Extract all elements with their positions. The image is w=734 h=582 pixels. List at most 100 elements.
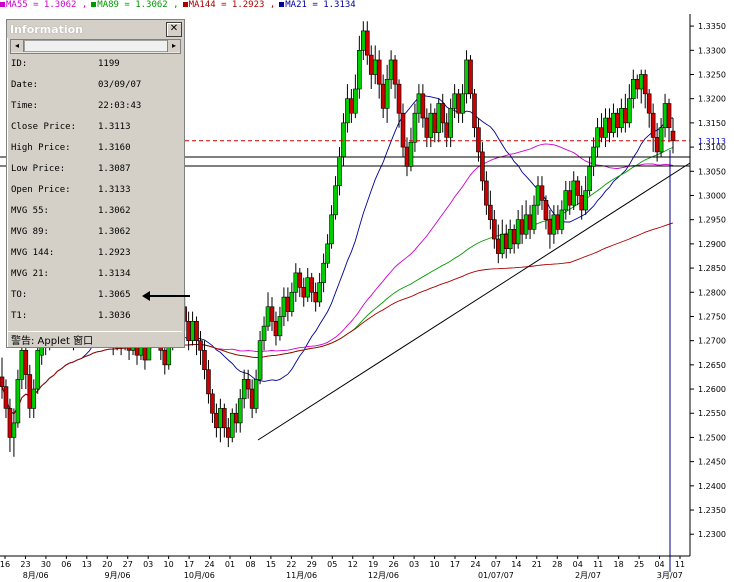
candle[interactable]: [591, 137, 596, 177]
candle[interactable]: [539, 176, 545, 210]
candle[interactable]: [575, 176, 581, 206]
candle[interactable]: [0, 357, 5, 399]
candle[interactable]: [388, 50, 394, 90]
candle[interactable]: [615, 108, 620, 138]
close-icon[interactable]: ✕: [166, 21, 182, 37]
candle[interactable]: [484, 171, 489, 215]
candle[interactable]: [392, 55, 398, 99]
candle[interactable]: [464, 50, 469, 104]
candle[interactable]: [325, 234, 330, 269]
candle[interactable]: [210, 389, 215, 423]
candle[interactable]: [361, 21, 366, 60]
candle[interactable]: [488, 190, 493, 230]
candle[interactable]: [492, 209, 497, 249]
candle[interactable]: [452, 84, 457, 119]
candle[interactable]: [523, 200, 529, 240]
candle[interactable]: [650, 103, 656, 152]
candle[interactable]: [408, 127, 414, 172]
candle[interactable]: [285, 287, 291, 322]
candle[interactable]: [27, 364, 33, 419]
candle[interactable]: [507, 219, 513, 254]
candle[interactable]: [301, 277, 307, 307]
candle[interactable]: [214, 403, 219, 438]
candle[interactable]: [329, 205, 334, 249]
candle[interactable]: [658, 118, 664, 157]
candle[interactable]: [237, 389, 243, 433]
candle[interactable]: [547, 209, 553, 249]
candle[interactable]: [543, 195, 549, 230]
candle[interactable]: [599, 113, 604, 143]
candle[interactable]: [281, 287, 287, 327]
candle[interactable]: [444, 113, 449, 148]
candle[interactable]: [460, 84, 465, 123]
candle[interactable]: [194, 316, 199, 356]
scroll-thumb[interactable]: [24, 40, 174, 52]
candle[interactable]: [317, 272, 322, 307]
candle[interactable]: [432, 108, 438, 143]
candle[interactable]: [249, 379, 255, 419]
candle[interactable]: [289, 282, 295, 317]
candle[interactable]: [233, 403, 239, 433]
candle[interactable]: [353, 74, 358, 119]
candle[interactable]: [448, 98, 453, 148]
candle[interactable]: [563, 180, 569, 220]
candle[interactable]: [420, 84, 426, 128]
candle[interactable]: [31, 379, 37, 419]
candle[interactable]: [261, 316, 267, 351]
info-horizontal-scrollbar[interactable]: ◂ ▸: [10, 39, 181, 54]
scroll-left-icon[interactable]: ◂: [11, 40, 24, 52]
candle[interactable]: [519, 205, 525, 244]
candle[interactable]: [380, 74, 386, 119]
candle[interactable]: [634, 74, 640, 99]
candle[interactable]: [527, 205, 533, 240]
candle[interactable]: [313, 282, 318, 312]
candle[interactable]: [206, 360, 211, 404]
candle[interactable]: [666, 98, 672, 143]
candle[interactable]: [551, 205, 557, 244]
candle[interactable]: [623, 93, 628, 133]
candle[interactable]: [595, 118, 600, 157]
candle[interactable]: [511, 224, 517, 254]
candle[interactable]: [619, 98, 624, 133]
candle[interactable]: [376, 50, 382, 99]
candle[interactable]: [559, 200, 565, 235]
candle[interactable]: [642, 69, 648, 109]
candle[interactable]: [436, 98, 442, 143]
candle[interactable]: [368, 45, 374, 90]
candle[interactable]: [515, 209, 521, 249]
candle[interactable]: [468, 55, 473, 99]
candle[interactable]: [218, 398, 223, 443]
candle[interactable]: [337, 147, 342, 196]
candle[interactable]: [372, 45, 378, 85]
candle[interactable]: [579, 185, 584, 220]
candle[interactable]: [646, 89, 652, 128]
candle[interactable]: [583, 176, 588, 215]
candle[interactable]: [245, 369, 251, 399]
candle[interactable]: [472, 89, 477, 138]
candle[interactable]: [531, 195, 537, 235]
candle[interactable]: [627, 84, 632, 128]
candle[interactable]: [412, 103, 418, 152]
candle[interactable]: [384, 64, 390, 123]
candle[interactable]: [198, 330, 203, 365]
candle[interactable]: [222, 403, 227, 438]
candle[interactable]: [662, 93, 668, 138]
candle[interactable]: [241, 369, 247, 409]
information-panel[interactable]: Information ✕ ◂ ▸ ID: 1199 Date: 03/09/07 Ti…: [6, 19, 190, 348]
scroll-right-icon[interactable]: ▸: [167, 40, 180, 52]
candle[interactable]: [416, 84, 422, 123]
candle[interactable]: [341, 113, 346, 167]
candle[interactable]: [23, 345, 29, 390]
candle[interactable]: [257, 330, 263, 385]
candle[interactable]: [277, 306, 283, 341]
candle[interactable]: [571, 171, 577, 210]
candle[interactable]: [321, 253, 326, 293]
candle[interactable]: [309, 272, 314, 302]
candle[interactable]: [15, 369, 21, 428]
candle[interactable]: [345, 84, 350, 133]
candle[interactable]: [357, 35, 362, 99]
info-titlebar[interactable]: Information ✕: [7, 20, 184, 38]
candle[interactable]: [229, 408, 235, 443]
candle[interactable]: [273, 311, 279, 346]
candle[interactable]: [349, 89, 354, 123]
